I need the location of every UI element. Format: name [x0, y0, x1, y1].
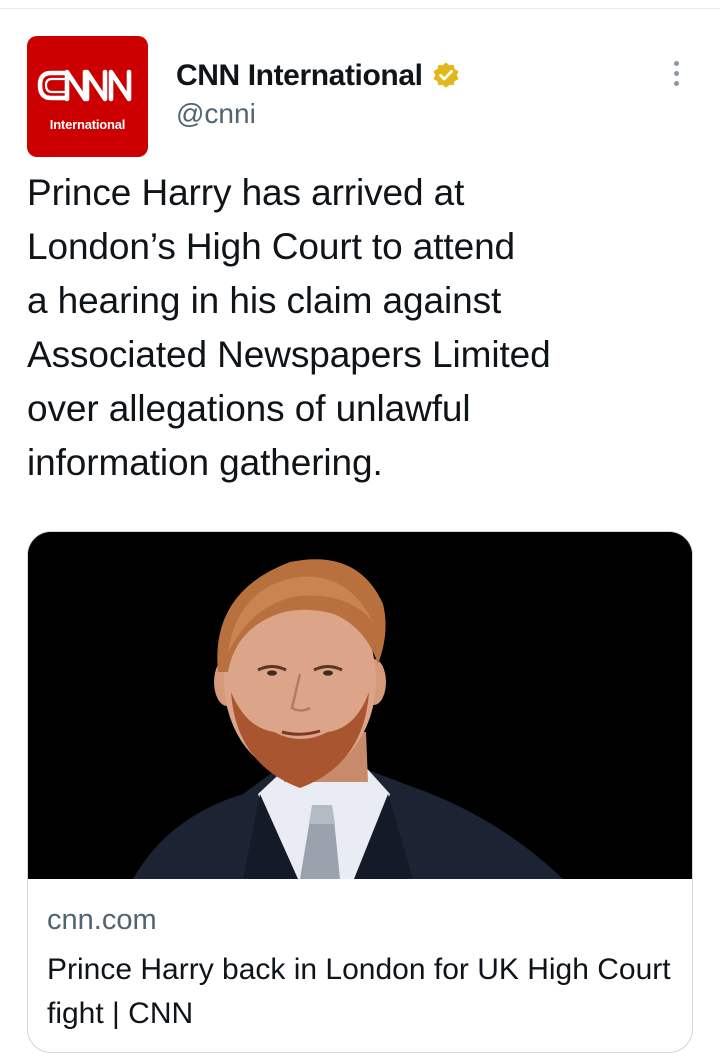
- link-card[interactable]: cnn.com Prince Harry back in London for …: [27, 531, 693, 1053]
- card-title: Prince Harry back in London for UK High …: [47, 953, 671, 1030]
- top-divider: [0, 8, 720, 9]
- author-name-row: CNN International: [176, 56, 461, 96]
- author-display-name[interactable]: CNN International: [176, 59, 423, 93]
- verified-badge-icon[interactable]: [431, 61, 461, 91]
- tweet-text: Prince Harry has arrived at London’s Hig…: [27, 172, 551, 483]
- cnn-logo-icon: [37, 69, 132, 102]
- card-domain: cnn.com: [47, 904, 157, 936]
- author-handle[interactable]: @cnni: [176, 98, 256, 130]
- avatar-subtext: International: [49, 117, 126, 132]
- avatar[interactable]: International: [27, 36, 148, 157]
- more-vertical-icon[interactable]: [662, 56, 690, 90]
- card-image: [28, 532, 692, 879]
